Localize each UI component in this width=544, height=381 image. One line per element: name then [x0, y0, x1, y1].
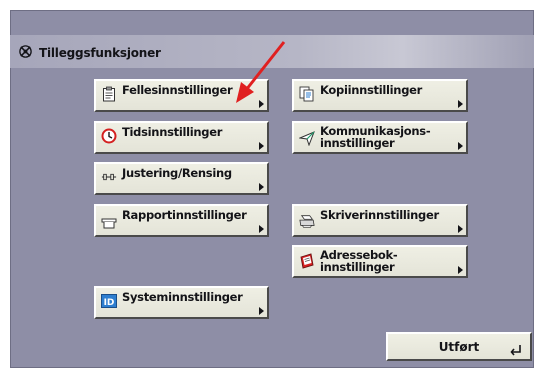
justering-rensing-label: Justering/Rensing	[122, 166, 232, 180]
justering-rensing-button[interactable]: Justering/Rensing	[94, 162, 269, 195]
kopiinnstillinger-button[interactable]: Kopiinnstillinger	[292, 79, 468, 112]
submenu-arrow-icon	[259, 100, 264, 108]
rapportinnstillinger-label: Rapportinnstillinger	[122, 208, 247, 222]
skriverinnstillinger-button[interactable]: Skriverinnstillinger	[292, 204, 468, 237]
clipboard-icon	[101, 86, 117, 102]
submenu-arrow-icon	[259, 307, 264, 315]
copy-pages-icon	[299, 86, 315, 102]
utfort-button[interactable]: Utført	[386, 332, 532, 361]
utfort-label: Utført	[438, 340, 480, 354]
svg-text:ID: ID	[104, 298, 115, 308]
submenu-arrow-icon	[259, 142, 264, 150]
adjust-slider-icon	[101, 169, 117, 185]
fellesinnstillinger-label: Fellesinnstillinger	[122, 83, 233, 97]
tidsinnstillinger-button[interactable]: Tidsinnstillinger	[94, 121, 269, 154]
screen-title: Tilleggsfunksjoner	[18, 44, 161, 62]
submenu-arrow-icon	[458, 225, 463, 233]
printer-icon	[299, 213, 315, 229]
enter-return-icon	[510, 341, 522, 356]
tidsinnstillinger-label: Tidsinnstillinger	[122, 125, 223, 139]
kopiinnstillinger-label: Kopiinnstillinger	[320, 83, 422, 97]
adressebokinnstillinger-label: Adressebok- innstillinger	[320, 248, 398, 274]
gear-cross-icon	[18, 44, 33, 62]
systeminnstillinger-button[interactable]: ID Systeminnstillinger	[94, 286, 269, 319]
submenu-arrow-icon	[259, 183, 264, 191]
systeminnstillinger-label: Systeminnstillinger	[122, 290, 243, 304]
submenu-arrow-icon	[458, 100, 463, 108]
rapportinnstillinger-button[interactable]: Rapportinnstillinger	[94, 204, 269, 237]
screen-title-text: Tilleggsfunksjoner	[39, 46, 161, 60]
address-book-icon	[299, 253, 315, 269]
submenu-arrow-icon	[259, 225, 264, 233]
skriverinnstillinger-label: Skriverinnstillinger	[320, 208, 439, 222]
send-arrow-icon	[299, 130, 315, 146]
submenu-arrow-icon	[458, 266, 463, 274]
kommunikasjonsinnstillinger-label: Kommunikasjons- innstillinger	[320, 124, 431, 150]
tray-icon	[101, 215, 117, 231]
adressebokinnstillinger-button[interactable]: Adressebok- innstillinger	[292, 245, 468, 278]
fellesinnstillinger-button[interactable]: Fellesinnstillinger	[94, 79, 269, 112]
clock-icon	[101, 128, 117, 144]
submenu-arrow-icon	[458, 142, 463, 150]
id-icon: ID	[101, 293, 117, 309]
kommunikasjonsinnstillinger-button[interactable]: Kommunikasjons- innstillinger	[292, 121, 468, 154]
